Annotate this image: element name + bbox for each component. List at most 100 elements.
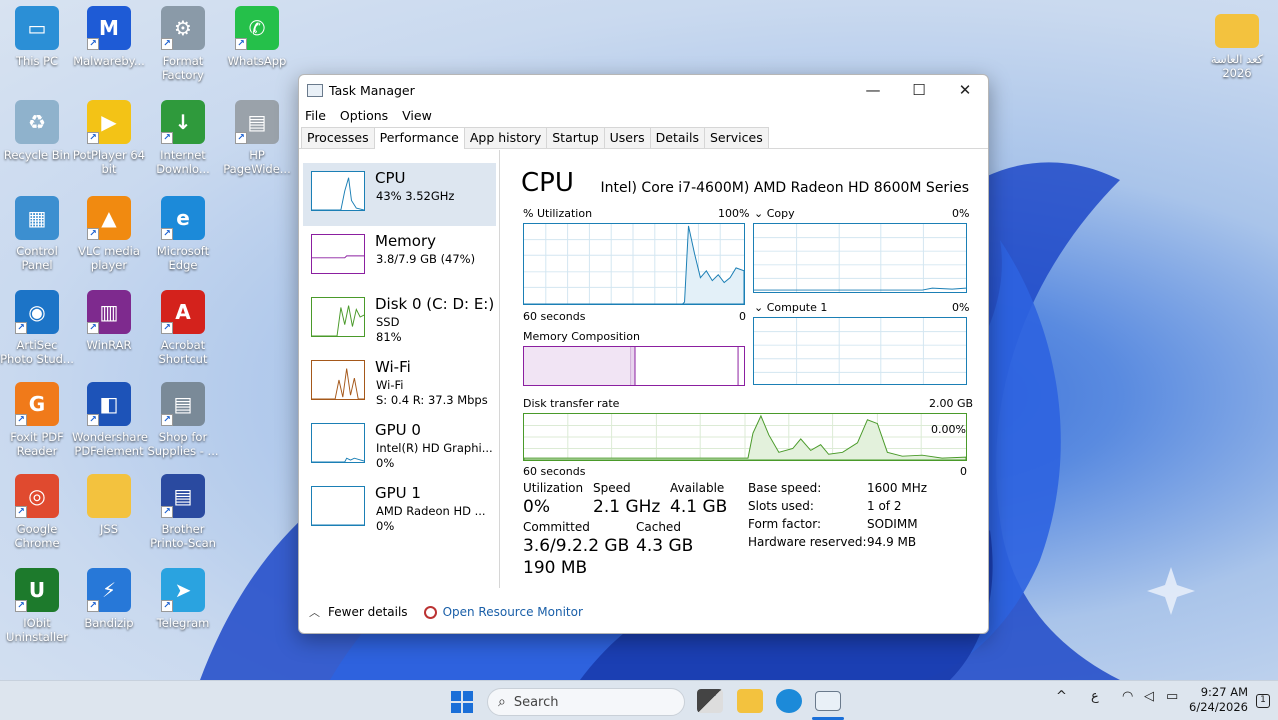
shortcut-arrow-icon: ↗ [15,414,27,426]
desktop-icon[interactable]: ⚙ ↗ Format Factory [146,6,220,82]
tab-processes[interactable]: Processes [301,127,375,148]
sidebar-item-gpu[interactable]: GPU 0 Intel(R) HD Graphi... 0% [303,415,496,478]
desktop-icon-label: Bandizip [84,616,134,630]
window-title: Task Manager [329,82,415,98]
desktop-icon[interactable]: ▶ ↗ PotPlayer 64 bit [72,100,146,176]
desktop-icon[interactable]: G ↗ Foxit PDF Reader [0,382,74,458]
input-language[interactable]: ع [1091,689,1099,704]
desktop-icon[interactable]: M ↗ Malwareby... [72,6,146,68]
app-glyph: ➤ [174,578,192,602]
desktop-folder-right[interactable]: كعد العاسة 2026 [1200,8,1274,80]
search-icon: ⌕ [498,694,506,710]
desktop-icon[interactable]: ▤ ↗ Brother Printo-Scan [146,474,220,550]
wifi-icon[interactable]: ◠ [1122,689,1133,704]
desktop-icon[interactable]: U ↗ IObit Uninstaller [0,568,74,644]
copy-pct: 0% [952,207,970,220]
desktop-icon[interactable]: ➤ ↗ Telegram [146,568,220,630]
desktop-icon[interactable]: e ↗ Microsoft Edge [146,196,220,272]
detail-hw-reserved: 94.9 MB [867,535,917,549]
task-manager-window: Task Manager — ☐ ✕ File Options View Pro… [298,74,989,634]
app-icon: e ↗ [161,196,205,240]
desktop-icon[interactable]: ◧ ↗ Wondershare PDFelement [72,382,148,458]
menu-file[interactable]: File [305,108,326,123]
desktop-icon[interactable]: ▲ ↗ VLC media player [72,196,146,272]
sidebar-item-line1: Intel(R) HD Graphi... [376,441,493,455]
desktop-icon[interactable]: ◎ ↗ Google Chrome [0,474,74,550]
desktop-icon-label: WinRAR [86,338,132,352]
title-bar[interactable]: Task Manager — ☐ ✕ [299,75,988,105]
desktop-icon[interactable]: ▦ Control Panel [0,196,74,272]
utilization-graph [523,223,745,305]
sidebar-item-memory[interactable]: Memory 3.8/7.9 GB (47%) [303,226,496,289]
app-icon: ▤ ↗ [235,100,279,144]
desktop-icon[interactable]: ✆ ↗ WhatsApp [220,6,294,68]
file-explorer-icon[interactable] [737,689,763,713]
app-glyph: ↓ [174,110,192,134]
tab-app-history[interactable]: App history [463,127,548,148]
sidebar-thumbnail-graph [311,423,365,463]
app-glyph: ♻ [28,110,46,134]
desktop-icon[interactable]: ⚡ ↗ Bandizip [72,568,146,630]
maximize-button[interactable]: ☐ [896,75,942,105]
battery-icon[interactable]: ▭ [1166,689,1178,704]
memory-composition-label: Memory Composition [523,330,640,343]
desktop-icon[interactable]: ▭ This PC [0,6,74,68]
edge-icon[interactable] [776,689,802,713]
stat-utilization: 0% [523,497,550,517]
performance-content: CPU 43% 3.52GHz Memory 3.8/7.9 GB (47%) Disk… [299,150,988,590]
windows-logo-icon [451,703,461,713]
app-glyph: ◎ [28,484,46,508]
desktop-icon[interactable]: ▤ ↗ HP PageWide... [220,100,294,176]
desktop-icon[interactable]: A ↗ Acrobat Shortcut [146,290,220,366]
app-icon: ▲ ↗ [87,196,131,240]
sidebar-item-gpu[interactable]: GPU 1 AMD Radeon HD ... 0% [303,478,496,541]
tray-overflow-chevron[interactable]: ^ [1056,689,1067,704]
fewer-details-link[interactable]: Fewer details [328,605,408,619]
sidebar-item-disk[interactable]: Disk 0 (C: D: E:) SSD 81% [303,289,496,352]
desktop-icon[interactable]: ↓ ↗ Internet Downlo... [146,100,220,176]
menu-options[interactable]: Options [340,108,388,123]
sidebar-thumbnail-graph [311,297,365,337]
start-button[interactable] [451,691,473,713]
tab-performance[interactable]: Performance [373,127,465,149]
tab-details[interactable]: Details [649,127,705,148]
notification-icon[interactable]: 1 [1256,694,1270,708]
desktop-icon-label: Telegram [156,616,210,630]
desktop-icon[interactable]: ▤ ↗ Shop for Supplies - ... [146,382,220,458]
menu-view[interactable]: View [402,108,432,123]
compute-graph [753,317,967,385]
stat-utilization-label: Utilization [523,481,584,495]
sidebar-divider [499,150,500,588]
open-resource-monitor-link[interactable]: Open Resource Monitor [443,605,583,619]
shortcut-arrow-icon: ↗ [161,38,173,50]
app-icon: ✆ ↗ [235,6,279,50]
taskbar-search[interactable]: ⌕ Search [487,688,685,716]
task-manager-taskbar-icon[interactable] [815,691,841,711]
detail-slots: 1 of 2 [867,499,902,513]
detail-form-factor-label: Form factor: [748,517,822,531]
close-button[interactable]: ✕ [942,75,988,105]
tab-users[interactable]: Users [603,127,651,148]
sidebar-item-wifi[interactable]: Wi-Fi Wi-Fi S: 0.4 R: 37.3 Mbps [303,352,496,415]
sidebar-item-line1: Wi-Fi [376,378,404,392]
app-icon: ♻ [15,100,59,144]
app-glyph: ▶ [101,110,117,134]
desktop-icon[interactable]: ▥ ↗ WinRAR [72,290,146,352]
shortcut-arrow-icon: ↗ [161,414,173,426]
stat-cached-label: Cached [636,520,681,534]
minimize-button[interactable]: — [850,75,896,105]
desktop-icon[interactable]: ◉ ↗ ArtiSec Photo Stud... [0,290,74,366]
desktop-icon[interactable]: ♻ Recycle Bin [0,100,74,162]
taskbar-clock[interactable]: 9:27 AM 6/24/2026 [1189,685,1248,715]
tab-services[interactable]: Services [704,127,769,148]
desktop-icon[interactable]: JSS [72,474,146,536]
desktop-icon-label: HP PageWide... [223,148,291,176]
volume-icon[interactable]: ◁ [1144,689,1154,704]
shortcut-arrow-icon: ↗ [161,506,173,518]
shortcut-arrow-icon: ↗ [161,322,173,334]
task-view-icon[interactable] [697,689,723,713]
sidebar-item-cpu[interactable]: CPU 43% 3.52GHz [303,163,496,226]
sidebar-item-line1: 3.8/7.9 GB (47%) [376,252,476,266]
shortcut-arrow-icon: ↗ [87,228,99,240]
tab-startup[interactable]: Startup [546,127,605,148]
